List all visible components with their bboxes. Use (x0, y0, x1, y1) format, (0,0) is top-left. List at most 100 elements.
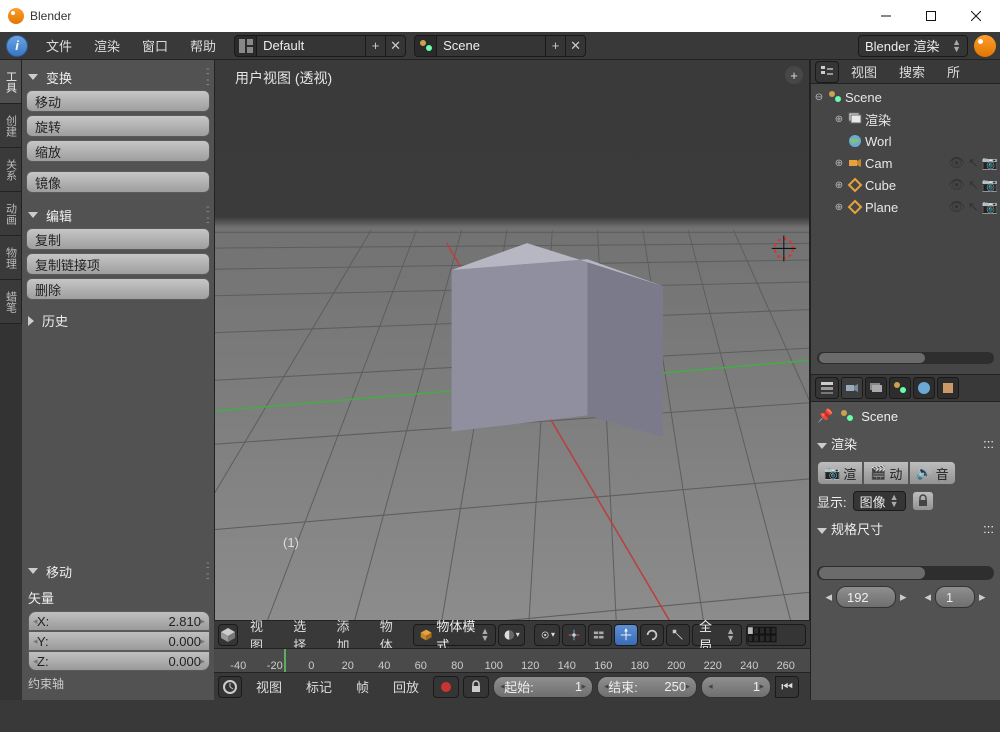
outliner-item[interactable]: ⊕Plane👁↖📷 (813, 196, 998, 218)
edit-panel-header[interactable]: 编辑 :::::: (26, 202, 210, 228)
next-page-button-2[interactable]: ▸ (979, 589, 986, 605)
page-field-2[interactable]: 1 (935, 586, 975, 608)
cursor-icon[interactable]: ↖ (968, 177, 979, 193)
render-icon[interactable]: 📷 (982, 199, 998, 215)
outliner-menu-view[interactable]: 视图 (841, 58, 887, 85)
vector-x-field[interactable]: ◂X:2.810▸ (28, 611, 210, 631)
display-dropdown[interactable]: 图像▲▼ (853, 491, 906, 511)
layout-name[interactable]: Default (256, 35, 366, 57)
prev-page-button[interactable]: ◂ (825, 589, 832, 605)
outliner-menu-search[interactable]: 搜索 (889, 58, 935, 85)
delete-button[interactable]: 删除 (26, 278, 210, 300)
expand-icon[interactable]: ⊕ (833, 114, 845, 125)
prop-tab-render-icon[interactable] (841, 377, 863, 399)
layout-add-button[interactable]: + (366, 35, 386, 57)
auto-keyframe-button[interactable] (433, 676, 459, 698)
scene-add-button[interactable]: + (546, 35, 566, 57)
outliner-item[interactable]: ⊕Cube👁↖📷 (813, 174, 998, 196)
vtab-grease[interactable]: 蜡笔 (0, 280, 22, 324)
screen-layout-selector[interactable]: Default + ✕ (234, 35, 406, 57)
lock-button[interactable] (463, 676, 489, 698)
vtab-physics[interactable]: 物理 (0, 236, 22, 280)
manipulator-toggle[interactable] (562, 624, 586, 646)
properties-editor-type-button[interactable] (815, 377, 839, 399)
tl-menu-view[interactable]: 视图 (246, 673, 292, 700)
operator-panel-header[interactable]: 移动 :::::: (26, 558, 210, 584)
properties-scrollbar[interactable] (817, 566, 994, 580)
menu-render[interactable]: 渲染 (84, 32, 130, 59)
translate-manipulator-button[interactable] (614, 624, 638, 646)
expand-icon[interactable]: ⊕ (833, 202, 845, 213)
lock-render-button[interactable] (912, 491, 934, 511)
info-icon[interactable]: i (6, 35, 28, 57)
expand-icon[interactable]: ⊕ (833, 158, 845, 169)
pivot-dropdown[interactable]: ▾ (534, 624, 560, 646)
outliner-item[interactable]: ⊕Cam👁↖📷 (813, 152, 998, 174)
menu-window[interactable]: 窗口 (132, 32, 178, 59)
scale-button[interactable]: 缩放 (26, 140, 210, 162)
outliner-item[interactable]: Worl (813, 130, 998, 152)
vtab-create[interactable]: 创建 (0, 104, 22, 148)
close-button[interactable] (953, 1, 998, 31)
cursor-icon[interactable]: ↖ (968, 155, 979, 171)
3d-viewport[interactable]: 用户视图 (透视) + z y x (1) (214, 60, 810, 620)
mode-dropdown[interactable]: 物体模式 ▲▼ (413, 624, 496, 646)
expand-icon[interactable]: ⊕ (833, 180, 845, 191)
layout-remove-button[interactable]: ✕ (386, 35, 406, 57)
duplicate-linked-button[interactable]: 复制链接项 (26, 253, 210, 275)
current-frame-field[interactable]: ◂1▸ (701, 676, 771, 698)
render-audio-button[interactable]: 🔊音 (909, 461, 955, 485)
menu-help[interactable]: 帮助 (180, 32, 226, 59)
layer-buttons[interactable] (746, 624, 806, 646)
page-field-1[interactable]: 192 (836, 586, 896, 608)
prop-tab-object-icon[interactable] (937, 377, 959, 399)
next-page-button[interactable]: ▸ (900, 589, 907, 605)
render-panel-header[interactable]: 渲染::: (817, 432, 994, 455)
dimensions-panel-header[interactable]: 规格尺寸::: (817, 517, 994, 540)
shading-dropdown[interactable]: ▾ (498, 624, 524, 646)
move-button[interactable]: 移动 (26, 90, 210, 112)
timeline-editor-type-button[interactable] (218, 676, 242, 698)
outliner-item[interactable]: ⊕渲染 (813, 108, 998, 130)
cursor-icon[interactable]: ↖ (968, 199, 979, 215)
rotate-button[interactable]: 旋转 (26, 115, 210, 137)
vtab-relations[interactable]: 关系 (0, 148, 22, 192)
rotate-manipulator-button[interactable] (640, 624, 664, 646)
tl-menu-marker[interactable]: 标记 (296, 673, 342, 700)
pin-icon[interactable]: 📌 (817, 408, 833, 424)
render-icon[interactable]: 📷 (982, 177, 998, 193)
end-frame-field[interactable]: ◂结束:250▸ (597, 676, 697, 698)
vector-z-field[interactable]: ◂Z:0.000▸ (28, 651, 210, 671)
outliner-scrollbar[interactable] (817, 352, 994, 364)
history-panel-header[interactable]: 历史 (26, 309, 210, 332)
outliner-scene-row[interactable]: ⊖ Scene (813, 86, 998, 108)
jump-start-button[interactable]: ⏮ (775, 676, 799, 698)
prop-tab-world-icon[interactable] (913, 377, 935, 399)
render-icon[interactable]: 📷 (982, 155, 998, 171)
editor-type-button[interactable] (218, 624, 238, 646)
tl-menu-frame[interactable]: 帧 (346, 673, 379, 700)
start-frame-field[interactable]: ◂起始:1▸ (493, 676, 593, 698)
render-engine-dropdown[interactable]: Blender 渲染 ▲▼ (858, 35, 968, 57)
render-image-button[interactable]: 📷渲 (817, 461, 863, 485)
transform-panel-header[interactable]: 变换 :::::: (26, 64, 210, 90)
duplicate-button[interactable]: 复制 (26, 228, 210, 250)
outliner-editor-type-button[interactable] (815, 61, 839, 83)
scene-selector[interactable]: Scene + ✕ (414, 35, 586, 57)
outliner-menu-all[interactable]: 所 (937, 58, 970, 85)
scale-manipulator-button[interactable] (666, 624, 690, 646)
maximize-button[interactable] (908, 1, 953, 31)
mirror-button[interactable]: 镜像 (26, 171, 210, 193)
minimize-button[interactable] (863, 1, 908, 31)
prop-tab-scene-icon[interactable] (889, 377, 911, 399)
prop-tab-layers-icon[interactable] (865, 377, 887, 399)
orientation-dropdown[interactable]: 全局▲▼ (692, 624, 742, 646)
eye-icon[interactable]: 👁 (948, 199, 965, 215)
eye-icon[interactable]: 👁 (948, 155, 965, 171)
scene-remove-button[interactable]: ✕ (566, 35, 586, 57)
prev-page-button-2[interactable]: ◂ (925, 589, 932, 605)
timeline-ruler[interactable]: -40 -20 0 20 40 60 80 100 120 140 160 18… (214, 648, 810, 672)
vector-y-field[interactable]: ◂Y:0.000▸ (28, 631, 210, 651)
render-anim-button[interactable]: 🎬动 (863, 461, 909, 485)
vtab-tools[interactable]: 工具 (0, 60, 22, 104)
